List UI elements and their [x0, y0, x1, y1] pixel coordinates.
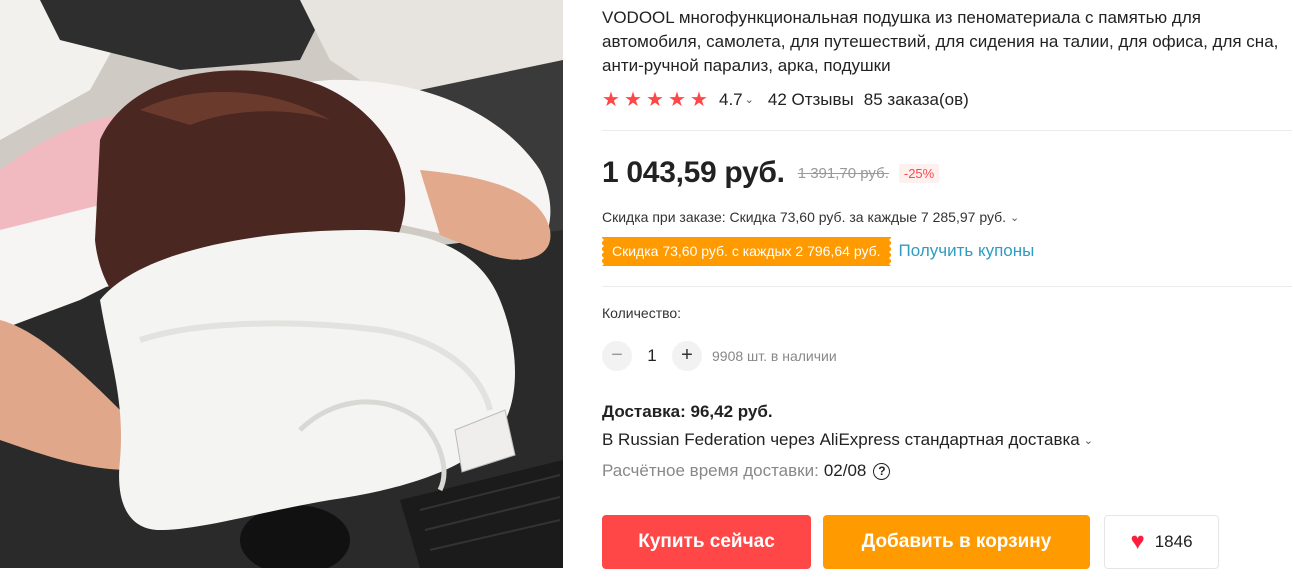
buy-now-button[interactable]: Купить сейчас [602, 515, 811, 569]
chevron-down-icon: ⌄ [1083, 435, 1093, 447]
get-coupons-link[interactable]: Получить купоны [899, 241, 1035, 261]
product-image[interactable] [0, 0, 563, 568]
discount-badge: -25% [898, 163, 940, 183]
coupon-row: Скидка 73,60 руб. с каждых 2 796,64 руб.… [600, 236, 1035, 266]
quantity-increase-button[interactable]: + [672, 341, 702, 371]
orders-count: 85 заказа(ов) [863, 90, 969, 109]
quantity-label: Количество: [602, 305, 682, 321]
delivery-method-text: В Russian Federation через AliExpress ст… [602, 430, 1080, 449]
divider [602, 130, 1292, 131]
quantity-decrease-button[interactable]: − [602, 341, 632, 371]
product-photo [0, 0, 563, 568]
divider [602, 286, 1292, 287]
chevron-down-icon: ⌄ [1010, 212, 1020, 224]
star-icon: ★ [646, 89, 664, 111]
reviews-link[interactable]: 42 Отзывы [768, 90, 854, 110]
star-icon: ★ [602, 89, 620, 111]
wishlist-button[interactable]: ♥ 1846 [1104, 515, 1219, 569]
coupon-tag: Скидка 73,60 руб. с каждых 2 796,64 руб. [600, 236, 893, 266]
quantity-input[interactable]: 1 [632, 346, 672, 366]
action-buttons: Купить сейчас Добавить в корзину ♥ 1846 [602, 515, 1219, 569]
star-icon: ★ [690, 89, 708, 111]
delivery-time-value: 02/08 [823, 461, 867, 480]
delivery-price: Доставка: 96,42 руб. [602, 402, 773, 421]
rating-value[interactable]: 4.7 [719, 90, 743, 110]
add-to-cart-button[interactable]: Добавить в корзину [823, 515, 1090, 569]
wishlist-count: 1846 [1154, 532, 1193, 551]
price-row: 1 043,59 руб. 1 391,70 руб. -25% [602, 155, 940, 191]
order-discount-dropdown[interactable]: Скидка при заказе: Скидка 73,60 руб. за … [602, 207, 1019, 227]
chevron-down-icon[interactable]: ⌄ [745, 93, 754, 106]
order-discount-text: Скидка при заказе: Скидка 73,60 руб. за … [602, 209, 1007, 225]
heart-icon: ♥ [1130, 528, 1145, 555]
product-title: VODOOL многофункциональная подушка из пе… [602, 8, 1279, 75]
stock-available: 9908 шт. в наличии [712, 348, 837, 364]
price-old: 1 391,70 руб. [797, 164, 889, 182]
delivery-time: Расчётное время доставки: 02/08 ? [602, 461, 891, 481]
star-rating: ★ ★ ★ ★ ★ [602, 90, 711, 110]
star-icon: ★ [668, 89, 686, 111]
delivery-time-label: Расчётное время доставки: [602, 461, 819, 480]
price-current: 1 043,59 руб. [602, 156, 785, 189]
help-icon[interactable]: ? [873, 462, 891, 480]
rating-row: ★ ★ ★ ★ ★ 4.7 ⌄ 42 Отзывы 85 заказа(ов) [602, 89, 969, 111]
quantity-stepper: − 1 + 9908 шт. в наличии [602, 340, 837, 372]
delivery-method-dropdown[interactable]: В Russian Federation через AliExpress ст… [602, 430, 1093, 450]
star-icon: ★ [624, 89, 642, 111]
